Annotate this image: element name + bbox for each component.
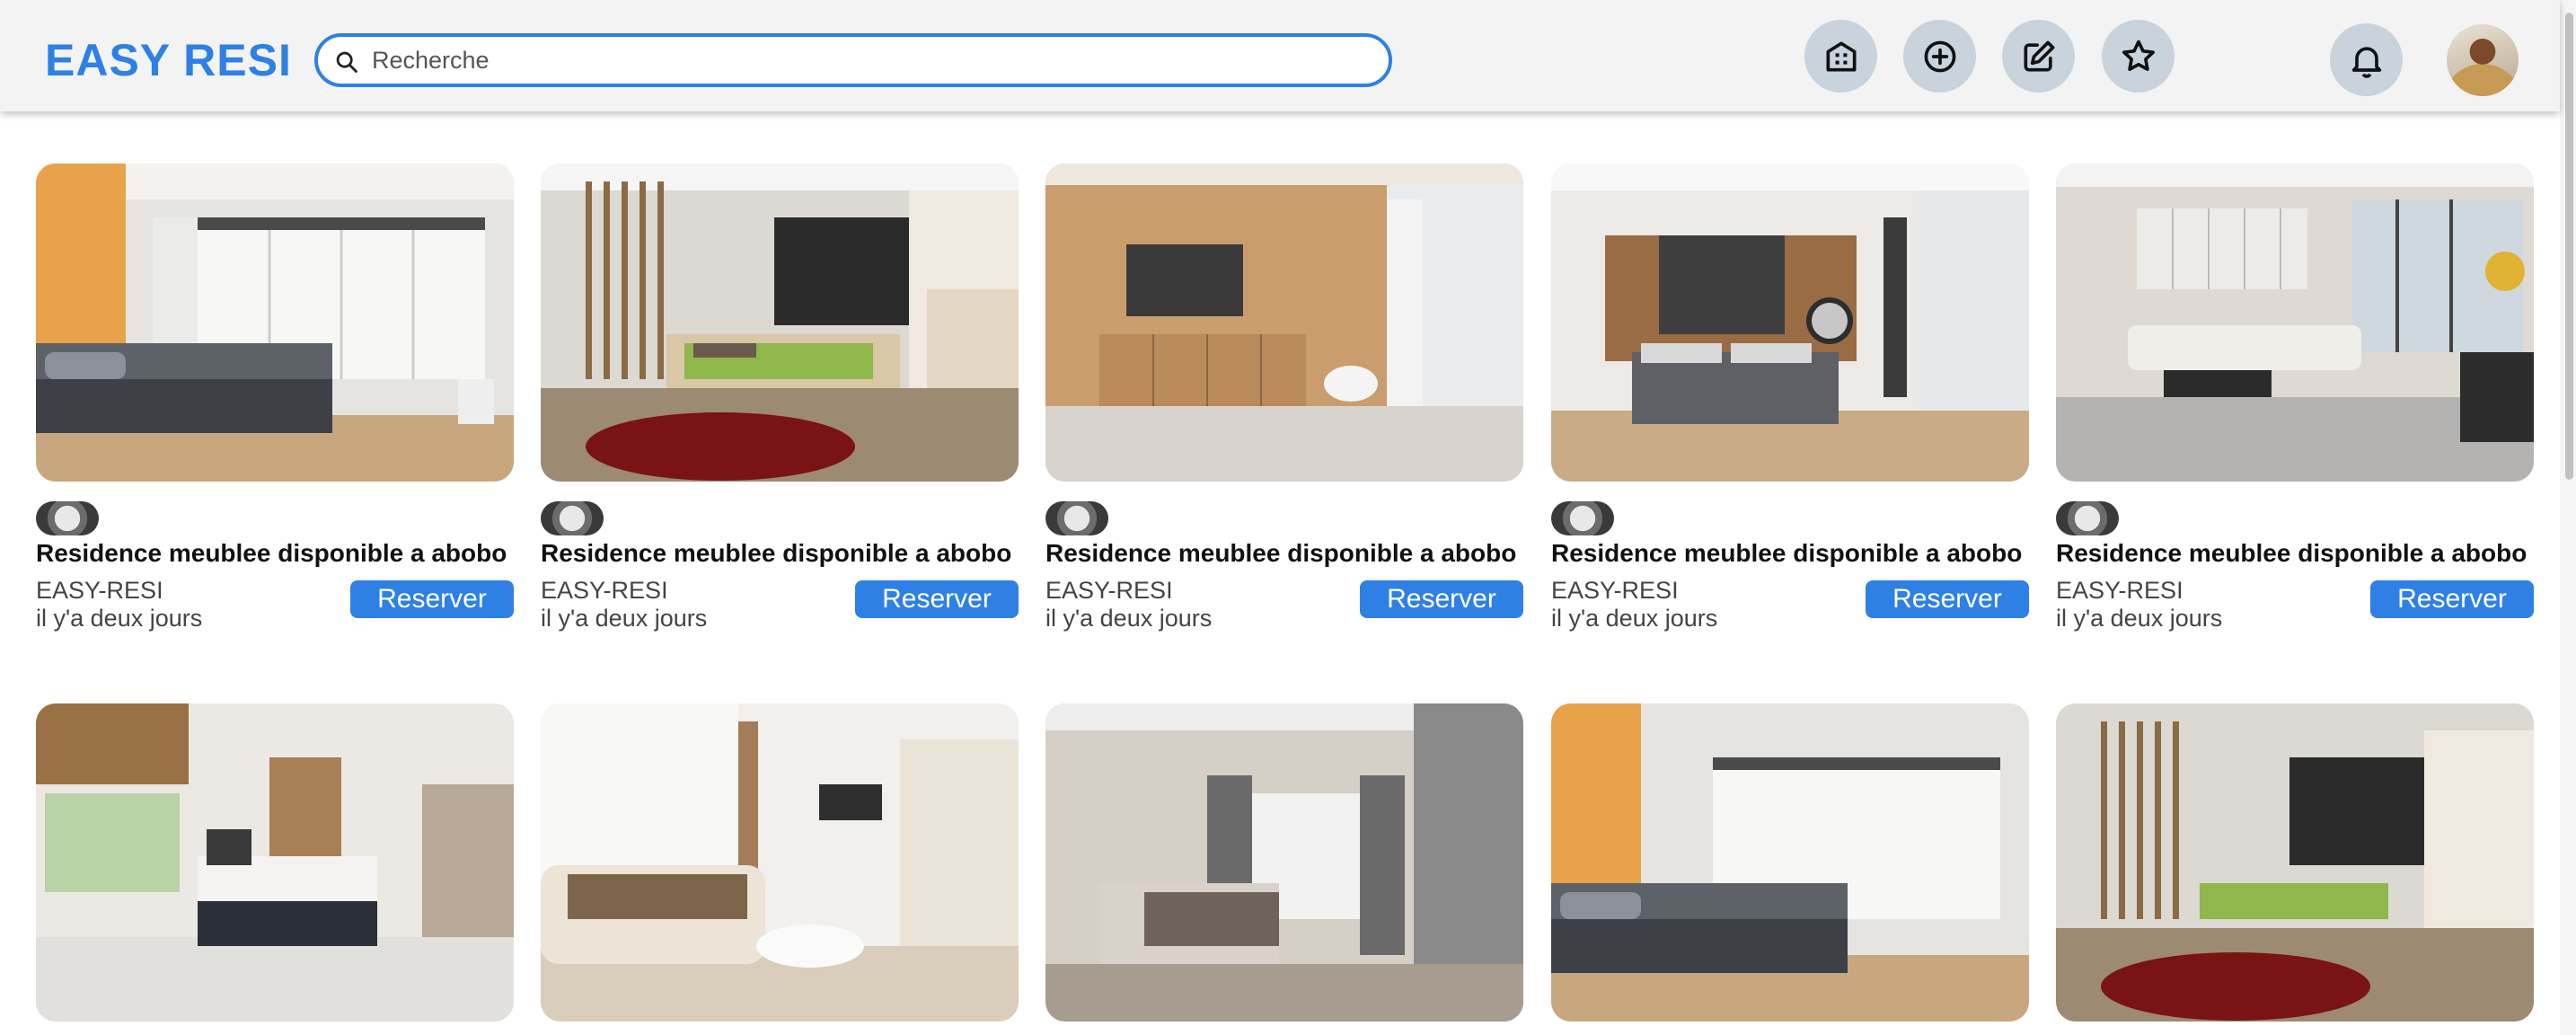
listing-photo[interactable]: [1045, 164, 1523, 482]
listing-title[interactable]: Residence meublee disponible a abobo: [1551, 539, 2054, 568]
listing-photo[interactable]: [1551, 703, 2029, 1022]
listing-date: il y'a deux jours: [36, 605, 203, 632]
listing-photo[interactable]: [36, 164, 514, 482]
building-icon: [1826, 41, 1856, 71]
author-avatar: [541, 501, 604, 535]
listings-grid: Residence meublee disponible a abobo EAS…: [0, 0, 2560, 1035]
listing-author: EASY-RESI: [1551, 577, 1679, 604]
reserve-button[interactable]: Reserver: [1866, 580, 2029, 618]
top-navbar: EASY RESI: [0, 0, 2560, 111]
listing-photo[interactable]: [2056, 703, 2534, 1022]
listing-date: il y'a deux jours: [1551, 605, 1718, 632]
reserve-button[interactable]: Reserver: [2370, 580, 2534, 618]
author-avatar: [1045, 501, 1108, 535]
listing-card[interactable]: Residence meublee disponible a abobo EAS…: [2056, 164, 2534, 649]
listing-photo[interactable]: [2056, 164, 2534, 482]
author-avatar: [2056, 501, 2119, 535]
listing-card[interactable]: Residence meublee disponible a abobo EAS…: [36, 164, 514, 649]
listing-photo[interactable]: [1551, 164, 2029, 482]
listing-author: EASY-RESI: [1045, 577, 1173, 604]
listing-date: il y'a deux jours: [2056, 605, 2223, 632]
star-icon: [2122, 40, 2155, 71]
bell-icon: [2351, 46, 2381, 78]
scrollbar-thumb[interactable]: [2565, 13, 2573, 480]
reserve-button[interactable]: Reserver: [350, 580, 514, 618]
notifications-button[interactable]: [2330, 23, 2403, 96]
search-icon: [336, 51, 357, 73]
add-button[interactable]: [1903, 20, 1976, 93]
listing-card[interactable]: Residence meublee disponible a abobo EAS…: [1045, 164, 1523, 649]
listing-title[interactable]: Residence meublee disponible a abobo: [36, 539, 539, 568]
listing-date: il y'a deux jours: [541, 605, 708, 632]
listing-photo[interactable]: [36, 703, 514, 1022]
listing-author: EASY-RESI: [36, 577, 163, 604]
listing-photo[interactable]: [1045, 703, 1523, 1022]
search-bar[interactable]: [314, 33, 1392, 87]
listing-title[interactable]: Residence meublee disponible a abobo: [541, 539, 1044, 568]
edit-button[interactable]: [2002, 20, 2075, 93]
search-input[interactable]: [372, 42, 1360, 78]
reserve-button[interactable]: Reserver: [855, 580, 1019, 618]
listing-author: EASY-RESI: [2056, 577, 2183, 604]
plus-circle-icon: [1924, 40, 1955, 72]
user-avatar[interactable]: [2447, 24, 2519, 96]
listing-title[interactable]: Residence meublee disponible a abobo: [1045, 539, 1548, 568]
favorites-button[interactable]: [2102, 20, 2175, 93]
listing-title[interactable]: Residence meublee disponible a abobo: [2056, 539, 2559, 568]
residences-button[interactable]: [1804, 20, 1877, 93]
listing-date: il y'a deux jours: [1045, 605, 1213, 632]
listing-author: EASY-RESI: [541, 577, 668, 604]
reserve-button[interactable]: Reserver: [1360, 580, 1523, 618]
author-avatar: [1551, 501, 1614, 535]
listing-photo[interactable]: [541, 164, 1019, 482]
edit-icon: [2024, 40, 2054, 71]
author-avatar: [36, 501, 99, 535]
listing-card[interactable]: Residence meublee disponible a abobo EAS…: [541, 164, 1019, 649]
listing-card[interactable]: Residence meublee disponible a abobo EAS…: [1551, 164, 2029, 649]
app-logo[interactable]: EASY RESI: [45, 34, 292, 86]
listing-photo[interactable]: [541, 703, 1019, 1022]
